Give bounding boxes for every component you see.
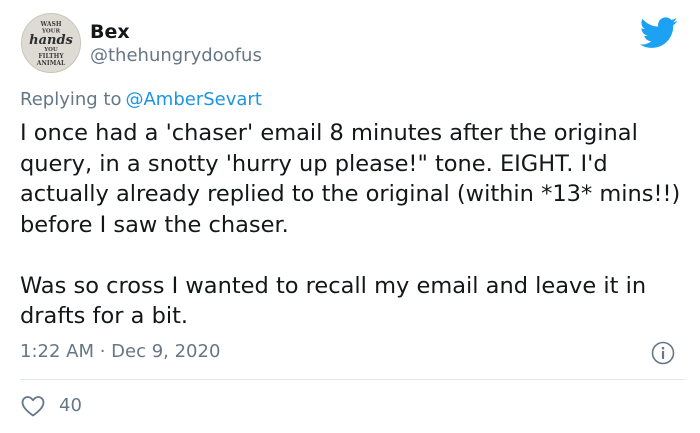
- like-count: 40: [59, 395, 82, 416]
- avatar[interactable]: WASH YOUR hands YOU FILTHY ANIMAL: [21, 13, 81, 73]
- author-display-name[interactable]: Bex: [90, 21, 130, 43]
- avatar-text-line: hands: [29, 33, 73, 48]
- heart-icon[interactable]: [20, 394, 46, 418]
- divider: [20, 379, 685, 380]
- reply-mention-link[interactable]: @AmberSevart: [125, 89, 261, 110]
- reply-label: Replying to: [20, 89, 122, 110]
- info-icon[interactable]: [651, 341, 675, 365]
- avatar-text-line: WASH: [39, 21, 61, 28]
- twitter-bird-icon[interactable]: [640, 17, 678, 49]
- tweet-timestamp[interactable]: 1:22 AM · Dec 9, 2020: [20, 341, 220, 363]
- tweet-card: WASH YOUR hands YOU FILTHY ANIMAL Bex @t…: [0, 0, 700, 433]
- author-handle[interactable]: @thehungrydoofus: [90, 45, 262, 67]
- tweet-text: I once had a 'chaser' email 8 minutes af…: [20, 120, 681, 329]
- avatar-text-line: FILTHY: [38, 53, 64, 60]
- reply-context: Replying to @AmberSevart: [20, 89, 262, 111]
- avatar-image: WASH YOUR hands YOU FILTHY ANIMAL: [22, 14, 80, 72]
- avatar-text-line: ANIMAL: [36, 60, 66, 67]
